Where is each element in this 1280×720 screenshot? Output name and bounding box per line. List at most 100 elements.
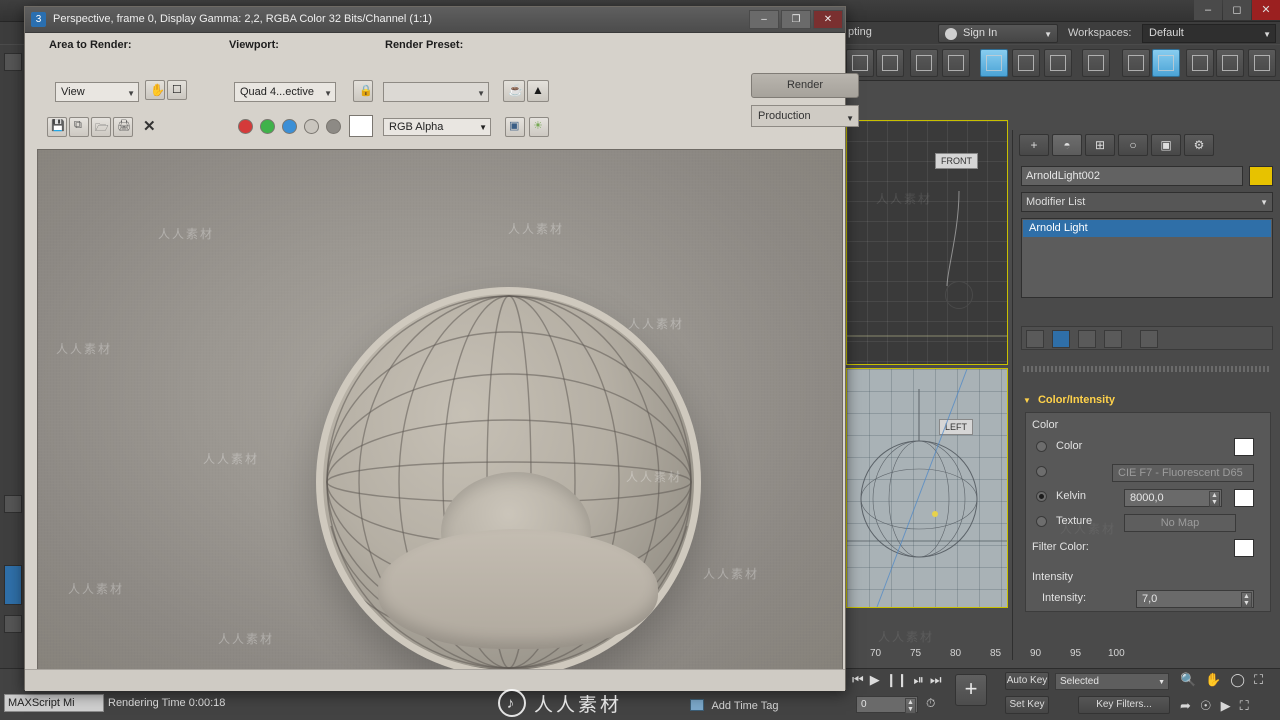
kelvin-color-swatch[interactable] [1234, 489, 1254, 507]
toolbar-button-extra[interactable] [1248, 49, 1276, 77]
min-max-toggle-icon[interactable]: ⛶ [1240, 698, 1249, 714]
filter-color-swatch[interactable] [1234, 539, 1254, 557]
toolbar-button-2[interactable] [876, 49, 904, 77]
render-window-close-button[interactable]: ✕ [813, 10, 843, 29]
mono-channel-icon[interactable] [326, 119, 341, 134]
print-image-icon[interactable]: 🖨 [113, 117, 133, 137]
toolbar-button-4[interactable] [942, 49, 970, 77]
viewport-navigation-controls[interactable]: 🔍 ✋ ◯ ⛶ [1180, 672, 1263, 688]
time-configuration-icon[interactable]: ⏱ [926, 696, 935, 711]
object-color-swatch[interactable] [1249, 166, 1273, 186]
radio-color[interactable] [1036, 441, 1047, 452]
alpha-channel-icon[interactable] [304, 119, 319, 134]
select-region-button[interactable]: ✋ [145, 80, 165, 100]
viewport-front[interactable]: FRONT [846, 120, 1008, 365]
radio-preset[interactable] [1036, 466, 1047, 477]
workspace-select[interactable]: Default ▼ [1142, 24, 1276, 43]
area-to-render-dropdown[interactable]: View ▼ [55, 82, 139, 102]
green-channel-icon[interactable] [260, 119, 275, 134]
preset-dropdown[interactable]: CIE F7 - Fluorescent D65 [1112, 464, 1254, 482]
render-preset-dropdown[interactable]: ▼ [383, 82, 489, 102]
modifier-stack[interactable]: Arnold Light [1021, 218, 1273, 298]
maximize-viewport-icon[interactable]: ⛶ [1254, 672, 1263, 688]
modifier-stack-item-arnold-light[interactable]: Arnold Light [1023, 220, 1271, 237]
key-filters-button[interactable]: Key Filters... [1078, 696, 1170, 714]
toggle-ui-icon[interactable]: ▣ [505, 117, 525, 137]
clone-image-icon[interactable]: 🗁 [91, 117, 111, 137]
toolbar-button-iray[interactable] [1216, 49, 1244, 77]
add-time-tag-plus-button[interactable]: + [955, 674, 987, 706]
color-swatch[interactable] [1234, 438, 1254, 456]
toolbar-button-render[interactable] [1186, 49, 1214, 77]
toolbar-button-3[interactable] [910, 49, 938, 77]
delete-icon[interactable] [1104, 330, 1122, 348]
environment-button[interactable]: ▲ [527, 80, 549, 102]
rendered-image-canvas[interactable]: 人人素材 人人素材 人人素材 人人素材 人人素材 人人素材 人人素材 人人素材 … [37, 149, 843, 689]
play-icon[interactable]: ▶ [870, 672, 880, 688]
background-color-box[interactable] [349, 115, 373, 137]
modifier-list-dropdown[interactable]: Modifier List ▼ [1021, 192, 1273, 212]
intensity-spinner[interactable]: ▲ ▼ [1241, 592, 1252, 608]
max-close-button[interactable]: ✕ [1252, 0, 1280, 20]
viewport-left[interactable]: LEFT [846, 368, 1008, 608]
command-panel-tabs[interactable]: + ◓ ⊞ ○ ▣ ⚙ [1019, 134, 1275, 158]
radio-kelvin[interactable] [1036, 491, 1047, 502]
lock-viewport-button[interactable]: 🔒 [353, 80, 373, 102]
toolbar-button-schematic[interactable] [1044, 49, 1072, 77]
show-end-result-icon[interactable] [1052, 330, 1070, 348]
max-minimize-button[interactable]: – [1194, 0, 1222, 20]
go-to-end-icon[interactable]: ⏭ [930, 672, 942, 688]
max-window-buttons[interactable]: – ◻ ✕ [1193, 0, 1280, 20]
orbit-icon[interactable]: ◯ [1230, 672, 1245, 688]
copy-image-icon[interactable]: ⧉ [69, 117, 89, 137]
save-image-icon[interactable]: 💾 [47, 117, 67, 137]
maxscript-mini-listener[interactable]: MAXScript Mi [4, 694, 104, 712]
pin-stack-icon[interactable] [1026, 330, 1044, 348]
next-frame-icon[interactable]: ⏯ [914, 672, 924, 688]
viewport-dropdown[interactable]: Quad 4...ective ▼ [234, 82, 336, 102]
menu-item-scripting[interactable]: pting [848, 26, 872, 38]
channel-dropdown[interactable]: RGB Alpha ▼ [383, 118, 491, 136]
production-dropdown[interactable]: Production ▼ [751, 105, 859, 127]
configure-sets-icon[interactable] [1140, 330, 1158, 348]
color-correction-icon[interactable]: ☀ [529, 117, 549, 137]
tab-create[interactable]: + [1019, 134, 1049, 156]
zoom-icon[interactable]: 🔍 [1180, 672, 1196, 688]
render-setup-button[interactable]: ☕ [503, 80, 525, 102]
render-button[interactable]: Render [751, 73, 859, 98]
rollout-header-color-intensity[interactable]: ▼ Color/Intensity [1023, 394, 1115, 406]
go-to-start-icon[interactable]: ⏮ [852, 672, 864, 688]
render-window-minimize-button[interactable]: – [749, 10, 779, 29]
texture-map-button[interactable]: No Map [1124, 514, 1236, 532]
object-name-input[interactable]: ArnoldLight002 [1021, 166, 1243, 186]
tab-utilities[interactable]: ⚙ [1184, 134, 1214, 156]
blue-channel-icon[interactable] [282, 119, 297, 134]
tab-hierarchy[interactable]: ⊞ [1085, 134, 1115, 156]
viewport-navigation-controls-2[interactable]: ➦ ☉ ▶ ⛶ [1180, 698, 1249, 714]
timeline-ruler[interactable]: 70 75 80 85 90 95 100 [846, 644, 1280, 666]
left-toolbar-item-4[interactable] [4, 615, 22, 633]
kelvin-spinner[interactable]: ▲ ▼ [1209, 491, 1220, 507]
max-maximize-button[interactable]: ◻ [1223, 0, 1251, 20]
current-frame-input[interactable]: 0 ▲ ▼ [856, 696, 918, 714]
toolbar-button-render-setup[interactable] [980, 49, 1008, 77]
set-key-button[interactable]: Set Key [1005, 696, 1049, 714]
sign-in-button[interactable]: Sign In ▼ [938, 24, 1058, 43]
auto-region-button[interactable]: ☐ [167, 80, 187, 100]
tab-display[interactable]: ▣ [1151, 134, 1181, 156]
left-toolbar-item-3[interactable] [4, 565, 22, 605]
frame-spinner[interactable]: ▲ ▼ [905, 698, 916, 714]
toolbar-button-render-frame[interactable] [1152, 49, 1180, 77]
walkthrough-icon[interactable]: ▶ [1221, 698, 1231, 714]
clear-image-icon[interactable]: ✕ [143, 117, 156, 135]
make-unique-icon[interactable] [1078, 330, 1096, 348]
toolbar-button-curve-editor[interactable] [1012, 49, 1040, 77]
toolbar-button-material-editor[interactable] [1122, 49, 1150, 77]
toolbar-button-snap[interactable] [1082, 49, 1110, 77]
radio-texture[interactable] [1036, 516, 1047, 527]
field-of-view-icon[interactable]: ☉ [1200, 698, 1212, 714]
red-channel-icon[interactable] [238, 119, 253, 134]
selection-set-dropdown[interactable]: Selected ▼ [1055, 673, 1169, 690]
left-toolbar-item-1[interactable] [4, 53, 22, 71]
render-window-buttons[interactable]: – ❐ ✕ [749, 10, 843, 29]
